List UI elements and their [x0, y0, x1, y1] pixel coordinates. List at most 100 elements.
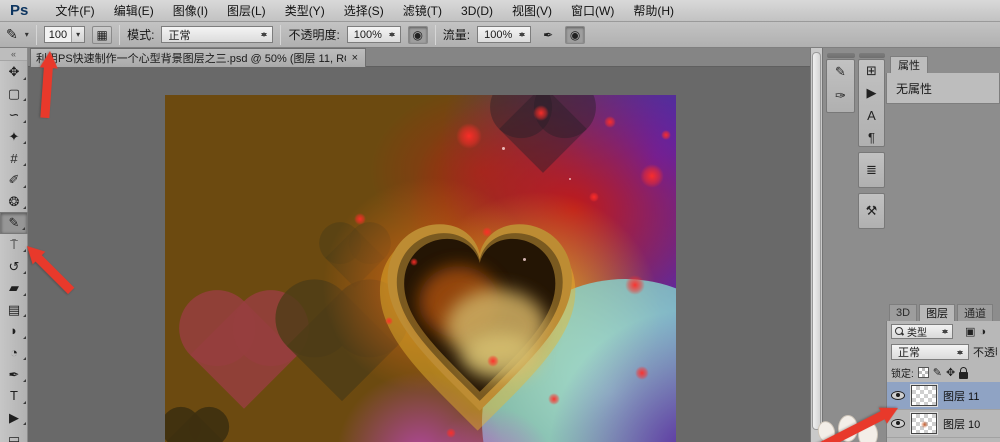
- layer-thumbnail[interactable]: [911, 413, 937, 434]
- layer-name[interactable]: 图层 11: [943, 388, 979, 404]
- brush-size-field[interactable]: 100 ▾: [44, 26, 85, 43]
- canvas-image[interactable]: [165, 95, 676, 442]
- eyedropper-tool[interactable]: ✐: [0, 169, 28, 191]
- crop-tool-icon: #: [10, 152, 17, 165]
- styles-panel-icon[interactable]: ⊞: [859, 60, 884, 82]
- pixel-filter-icon[interactable]: ▣: [965, 325, 975, 338]
- divider: [36, 25, 37, 45]
- menu-layer[interactable]: 图层(L): [227, 2, 266, 19]
- eraser-tool[interactable]: ▰: [0, 277, 28, 299]
- shape-tool-icon: ▭: [8, 432, 20, 442]
- no-properties-text: 无属性: [896, 82, 932, 96]
- menu-select[interactable]: 选择(S): [344, 2, 384, 19]
- crop-tool[interactable]: #: [0, 147, 28, 169]
- updown-caret-icon: [518, 29, 527, 40]
- type-tool[interactable]: T: [0, 385, 28, 407]
- vertical-scrollbar[interactable]: [810, 48, 822, 442]
- brush-tool-icon: ✎: [9, 216, 20, 229]
- scrollbar-thumb[interactable]: [812, 52, 821, 430]
- menu-3d[interactable]: 3D(D): [461, 4, 493, 18]
- actions-panel-icon[interactable]: ▶: [859, 82, 884, 104]
- adjustment-filter-icon[interactable]: ◑: [979, 326, 986, 338]
- dock-grip[interactable]: [827, 53, 855, 58]
- updown-caret-icon: [941, 326, 950, 337]
- tab-channels[interactable]: 通道: [957, 304, 993, 321]
- path-selection-tool-icon: ▶: [9, 411, 19, 424]
- timeline-panel-icon[interactable]: ≣: [859, 153, 884, 187]
- arrow-shaft: [41, 68, 53, 119]
- move-tool[interactable]: ✥: [0, 61, 28, 83]
- paragraph-panel-icon[interactable]: ¶: [859, 126, 884, 148]
- lock-position-icon[interactable]: ✥: [946, 366, 955, 379]
- pen-tool-icon: ✒: [9, 368, 20, 381]
- menu-window[interactable]: 窗口(W): [571, 2, 614, 19]
- history-brush-tool-icon: ↺: [9, 260, 20, 273]
- updown-caret-icon: [388, 29, 397, 40]
- scrollbar-track[interactable]: [810, 48, 822, 442]
- opacity-select[interactable]: 100%: [347, 26, 401, 43]
- lock-paint-icon[interactable]: ✎: [933, 366, 942, 379]
- menu-filter[interactable]: 滤镜(T): [403, 2, 442, 19]
- flow-label: 流量:: [443, 26, 470, 43]
- tool-presets-panel-icon[interactable]: ⚒: [859, 194, 884, 228]
- sparkle-dot: [661, 130, 671, 140]
- visibility-eye-icon[interactable]: [891, 391, 905, 400]
- character-panel-icon[interactable]: A: [859, 104, 884, 126]
- brush-panel-icon[interactable]: ✎: [827, 60, 854, 84]
- brush-preset-icon[interactable]: ✎: [6, 26, 18, 43]
- size-pressure-icon[interactable]: ◉: [565, 26, 585, 44]
- document-tab[interactable]: 利用PS快速制作一个心型背景图层之三.psd @ 50% (图层 11, RGB…: [30, 48, 366, 67]
- dock-column-2-group-3: ⚒: [858, 193, 885, 229]
- menu-help[interactable]: 帮助(H): [633, 2, 674, 19]
- layer-name[interactable]: 图层 10: [943, 416, 980, 432]
- brush-tool[interactable]: ✎: [0, 212, 28, 234]
- blur-tool-icon: ◗: [10, 324, 18, 337]
- shape-tool[interactable]: ▭: [0, 428, 28, 442]
- dock-grip[interactable]: [859, 53, 885, 58]
- menu-view[interactable]: 视图(V): [512, 2, 552, 19]
- layers-tab-strip: 3D 图层 通道: [886, 303, 1000, 321]
- marquee-tool[interactable]: ▢: [0, 83, 28, 105]
- layers-panel: 类型 ▣ ◑ 正常 不透明度: 锁定: ✎ ✥ 图层 11: [886, 321, 1000, 442]
- blend-mode-select[interactable]: 正常: [161, 26, 273, 43]
- layer-row-10[interactable]: 图层 10: [887, 410, 1000, 438]
- layer-filter-select[interactable]: 类型: [891, 324, 953, 339]
- layer-thumbnail[interactable]: [911, 385, 937, 406]
- blur-tool[interactable]: ◗: [0, 320, 28, 342]
- history-brush-tool[interactable]: ↺: [0, 255, 28, 277]
- clone-source-panel-icon[interactable]: ✑: [827, 84, 854, 108]
- menu-file[interactable]: 文件(F): [55, 2, 94, 19]
- properties-panel: 无属性: [886, 73, 1000, 104]
- pen-tool[interactable]: ✒: [0, 363, 28, 385]
- menu-edit[interactable]: 编辑(E): [114, 2, 154, 19]
- toggle-brush-panel-icon[interactable]: ▦: [92, 26, 112, 44]
- brush-size-caret-icon[interactable]: ▾: [71, 27, 84, 42]
- divider: [280, 25, 281, 45]
- tab-layers[interactable]: 图层: [919, 304, 955, 321]
- healing-brush-tool[interactable]: ❂: [0, 191, 28, 213]
- quick-selection-tool[interactable]: ✦: [0, 126, 28, 148]
- flow-select[interactable]: 100%: [477, 26, 531, 43]
- menu-image[interactable]: 图像(I): [173, 2, 208, 19]
- layer-row-11[interactable]: 图层 11: [887, 382, 1000, 410]
- airbrush-icon[interactable]: ✒: [538, 26, 558, 44]
- menu-type[interactable]: 类型(Y): [285, 2, 325, 19]
- lock-transparency-icon[interactable]: [918, 367, 929, 378]
- gradient-tool[interactable]: ▤: [0, 299, 28, 321]
- path-selection-tool[interactable]: ▶: [0, 407, 28, 429]
- close-tab-icon[interactable]: ×: [350, 52, 360, 64]
- divider: [119, 25, 120, 45]
- tab-3d[interactable]: 3D: [889, 304, 917, 321]
- brush-preset-caret-icon[interactable]: ▾: [25, 30, 29, 39]
- document-title: 利用PS快速制作一个心型背景图层之三.psd @ 50% (图层 11, RGB…: [36, 50, 346, 66]
- lasso-tool[interactable]: ∽: [0, 104, 28, 126]
- brush-size-value[interactable]: 100: [45, 29, 71, 41]
- toolbox-collapse-icon[interactable]: «: [0, 48, 27, 61]
- dodge-tool[interactable]: ◔: [0, 342, 28, 364]
- eraser-tool-icon: ▰: [9, 281, 19, 294]
- opacity-pressure-icon[interactable]: ◉: [408, 26, 428, 44]
- layer-blend-mode-select[interactable]: 正常: [891, 344, 969, 360]
- tab-properties[interactable]: 属性: [890, 56, 928, 73]
- lock-all-icon[interactable]: [959, 372, 968, 379]
- blend-mode-row: 正常 不透明度:: [887, 341, 1000, 362]
